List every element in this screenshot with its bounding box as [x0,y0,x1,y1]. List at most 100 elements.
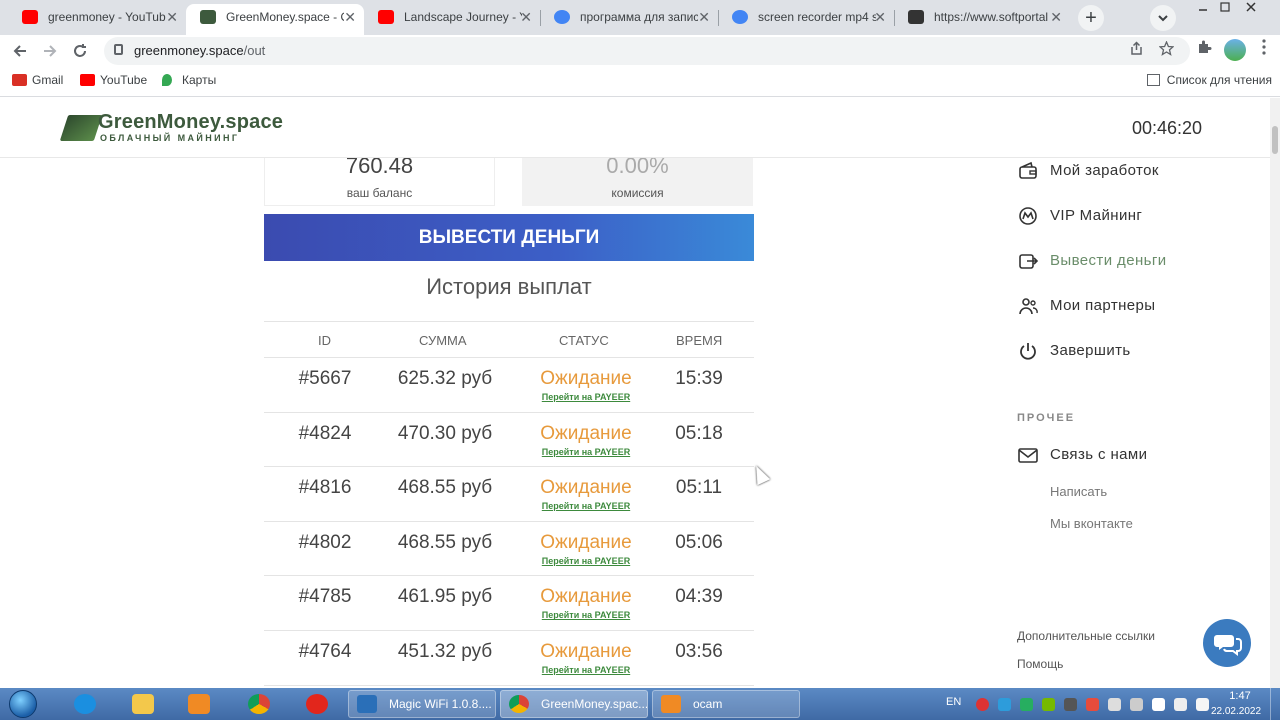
withdraw-button[interactable]: ВЫВЕСТИ ДЕНЬГИ [264,214,754,261]
bookmark-youtube[interactable]: YouTube [80,73,147,87]
vip-icon [1019,207,1037,225]
close-icon[interactable]: ✕ [1050,4,1062,30]
payout-sum: 625.32 руб [397,368,493,389]
start-button[interactable] [6,688,40,720]
power-icon [1020,343,1036,360]
payeer-link[interactable]: Перейти на PAYEER [522,556,650,566]
tab-title: программа для записи [580,10,698,24]
usb-icon[interactable] [1130,698,1143,711]
payeer-link[interactable]: Перейти на PAYEER [522,665,650,675]
payout-time: 05:06 [675,531,723,553]
extra-links[interactable]: Дополнительные ссылки [1017,629,1155,643]
payout-id: #4764 [298,640,352,662]
payeer-link[interactable]: Перейти на PAYEER [522,610,650,620]
taskbar-ie[interactable] [62,690,106,718]
star-icon[interactable] [1156,40,1176,61]
sidebar-item-label: VIP Майнинг [1050,207,1143,224]
tray-app-icon[interactable] [998,698,1011,711]
clock-time[interactable]: 1:47 [1216,690,1264,702]
taskbar: Magic WiFi 1.0.8.... GreenMoney.spac... … [0,688,1280,720]
show-desktop-button[interactable] [1270,688,1280,720]
payout-history-title: История выплат [426,274,592,299]
payout-time: 15:39 [675,368,723,389]
payout-status: Ожидание [540,531,632,553]
back-button[interactable] [8,39,32,63]
close-icon[interactable]: ✕ [344,4,356,30]
sidebar-item-contact[interactable]: Связь с нами [1016,443,1147,467]
extensions-icon[interactable] [1194,39,1214,59]
greenmoney-icon [200,10,216,24]
taskbar-media-player[interactable] [176,690,220,718]
tab-title: greenmoney - YouTube [48,10,166,24]
tray-app-icon[interactable] [1064,698,1077,711]
sidebar-item-earnings[interactable]: Мой заработок [1016,159,1159,183]
shield-icon[interactable] [1108,698,1121,711]
site-header: GreenMoney.space ОБЛАЧНЫЙ МАЙНИНГ 00:46:… [0,98,1270,158]
reload-button[interactable] [68,39,92,63]
share-icon[interactable] [1126,41,1146,61]
table-row: #4824 470.30 руб Ожидание Перейти на PAY… [264,413,754,468]
nvidia-icon[interactable] [1042,698,1055,711]
taskbar-explorer[interactable] [120,690,164,718]
tab-program-search[interactable]: программа для записи ✕ [540,4,718,35]
sidebar-item-partners[interactable]: Мои партнеры [1016,294,1155,318]
taskbar-chrome[interactable] [236,690,280,718]
network-signal-icon[interactable] [1152,698,1165,711]
bookmark-maps[interactable]: Карты [162,73,216,87]
language-indicator[interactable]: EN [946,696,961,708]
payeer-link[interactable]: Перейти на PAYEER [522,501,650,511]
close-icon[interactable]: ✕ [698,4,710,30]
forward-button[interactable] [38,39,62,63]
tab-greenmoney-out[interactable]: GreenMoney.space - Ou ✕ [186,4,364,35]
tab-softportal[interactable]: https://www.softportal ✕ [894,4,1070,35]
taskbar-task-greenmoney[interactable]: GreenMoney.spac... [500,690,648,718]
clock-date[interactable]: 22.02.2022 [1206,706,1266,717]
contact-write-link[interactable]: Написать [1050,484,1107,499]
scrollbar-thumb[interactable] [1272,126,1278,154]
close-icon[interactable]: ✕ [166,4,178,30]
taskbar-opera[interactable] [294,690,338,718]
close-icon[interactable]: ✕ [520,4,532,30]
task-label: Magic WiFi 1.0.8.... [389,697,492,711]
partners-icon [1019,298,1038,315]
maps-pin-icon [162,74,172,86]
sidebar-item-logout[interactable]: Завершить [1016,339,1131,363]
contact-vk-link[interactable]: Мы вконтакте [1050,516,1133,531]
payeer-link[interactable]: Перейти на PAYEER [522,392,650,402]
profile-avatar[interactable] [1224,39,1246,61]
payout-sum: 461.95 руб [397,586,493,608]
sidebar-item-label: Вывести деньги [1050,252,1167,269]
page-scrollbar[interactable] [1270,98,1280,688]
sidebar-item-label: Завершить [1050,342,1131,359]
commission-value: 0.00% [606,153,669,178]
bookmark-gmail[interactable]: Gmail [12,73,63,87]
tray-app-icon[interactable] [1086,698,1099,711]
maximize-icon[interactable] [1214,2,1236,16]
tab-greenmoney-youtube[interactable]: greenmoney - YouTube ✕ [8,4,186,35]
more-menu-icon[interactable] [1254,39,1274,59]
close-icon[interactable]: ✕ [874,4,886,30]
chat-button[interactable] [1203,619,1251,667]
system-tray: EN 1:47 22.02.2022 [940,688,1280,720]
record-icon[interactable] [976,698,989,711]
reading-list[interactable]: Список для чтения [1146,73,1272,87]
window-close-icon[interactable] [1240,2,1262,16]
volume-icon[interactable] [1174,698,1187,711]
tab-landscape-journey[interactable]: Landscape Journey - Yo ✕ [364,4,540,35]
minimize-icon[interactable] [1192,2,1214,16]
address-bar[interactable]: greenmoney.space/out [104,37,1190,65]
tab-title: https://www.softportal [934,10,1049,24]
new-tab-button[interactable]: + [1078,5,1104,31]
tray-app-icon[interactable] [1020,698,1033,711]
help-link[interactable]: Помощь [1017,657,1063,671]
bookmark-label: YouTube [100,73,148,87]
taskbar-task-ocam[interactable]: ocam [652,690,800,718]
tab-title: Landscape Journey - Yo [404,10,522,24]
payeer-link[interactable]: Перейти на PAYEER [522,447,650,457]
taskbar-task-magic-wifi[interactable]: Magic WiFi 1.0.8.... [348,690,496,718]
sidebar-item-vip-mining[interactable]: VIP Майнинг [1016,204,1142,228]
sidebar-item-withdraw[interactable]: Вывести деньги [1016,249,1167,273]
tab-screen-recorder-search[interactable]: screen recorder mp4 so ✕ [718,4,894,35]
tab-search-button[interactable] [1150,5,1176,31]
payout-sum: 468.55 руб [397,477,493,499]
